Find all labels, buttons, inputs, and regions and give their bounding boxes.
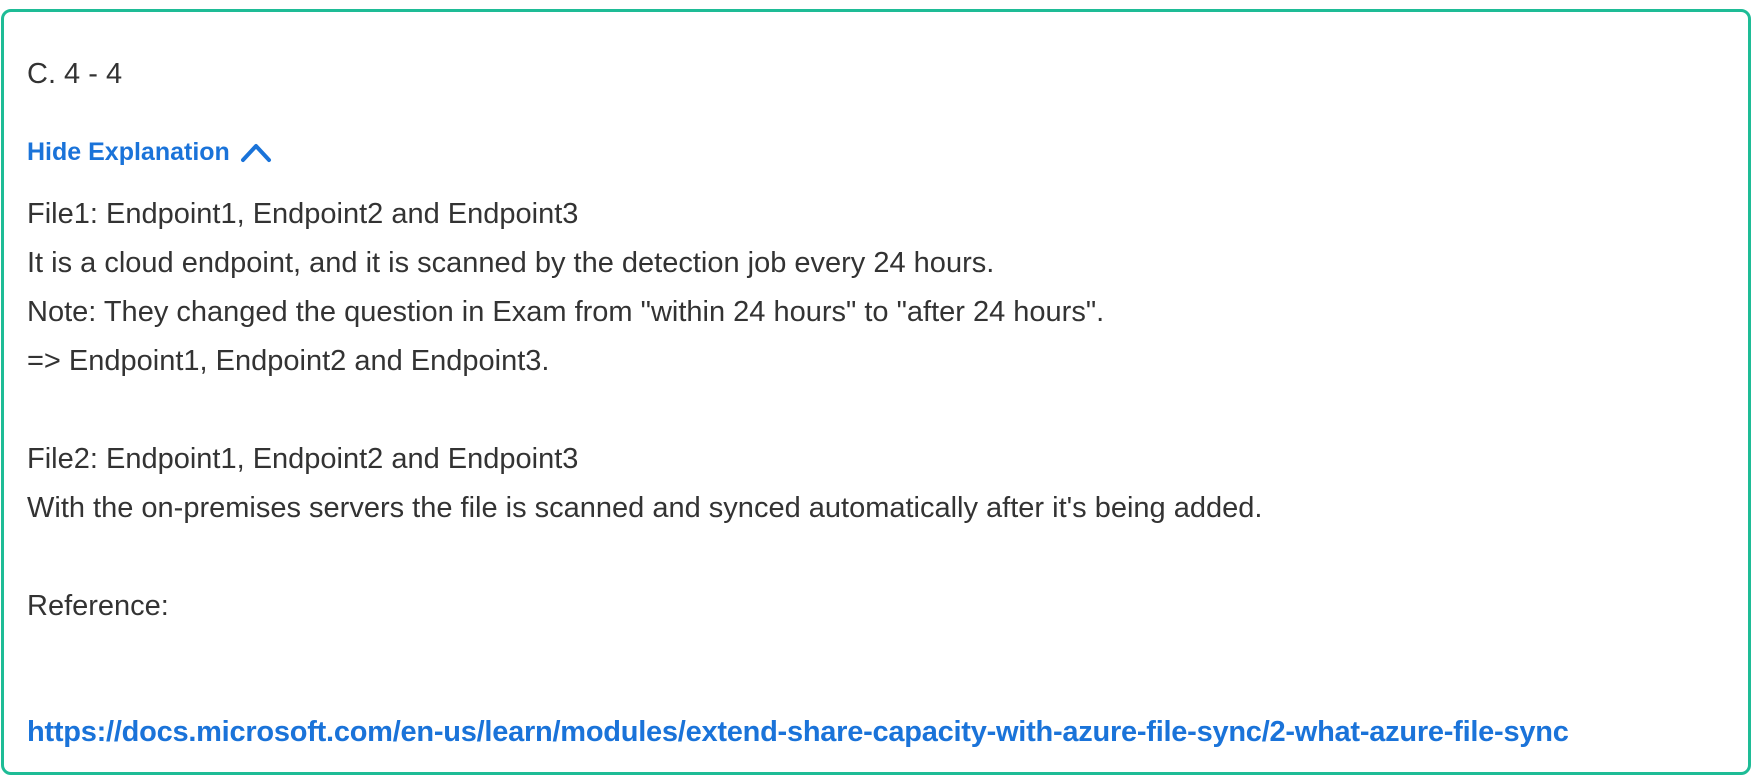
reference-link[interactable]: https://docs.microsoft.com/en-us/learn/m… — [27, 715, 1569, 749]
answer-explanation-card: C. 4 - 4 Hide Explanation File1: Endpoin… — [1, 9, 1751, 775]
file1-conclusion: => Endpoint1, Endpoint2 and Endpoint3. — [27, 345, 550, 377]
file2-detail: With the on-premises servers the file is… — [27, 492, 1263, 524]
hide-explanation-toggle[interactable]: Hide Explanation — [27, 137, 272, 167]
answer-option-text: C. 4 - 4 — [27, 58, 123, 90]
file1-detail: It is a cloud endpoint, and it is scanne… — [27, 247, 995, 279]
reference-label: Reference: — [27, 590, 169, 622]
file2-heading: File2: Endpoint1, Endpoint2 and Endpoint… — [27, 443, 579, 475]
chevron-up-icon[interactable] — [240, 141, 272, 163]
file1-heading: File1: Endpoint1, Endpoint2 and Endpoint… — [27, 198, 579, 230]
hide-explanation-label[interactable]: Hide Explanation — [27, 137, 230, 167]
file1-note: Note: They changed the question in Exam … — [27, 296, 1105, 328]
